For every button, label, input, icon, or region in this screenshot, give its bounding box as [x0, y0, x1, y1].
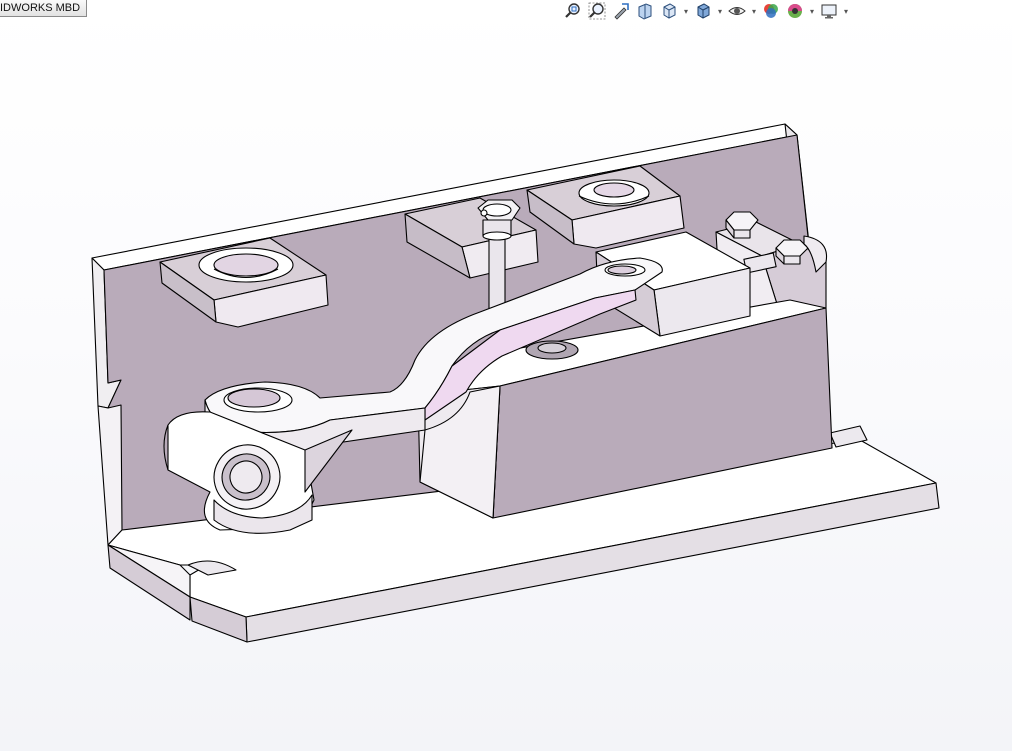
view-orientation-icon	[663, 3, 676, 19]
zoom-to-fit-icon	[565, 3, 580, 18]
hide-show-items-icon	[728, 7, 746, 15]
edit-appearance-icon	[764, 4, 778, 18]
graphics-area[interactable]: IDWORKS MBD ▾ ▾ ▾ ▾ ▾	[0, 0, 1012, 751]
mbd-tab[interactable]: IDWORKS MBD	[0, 0, 88, 17]
hide-show-items-button[interactable]	[726, 0, 748, 22]
view-settings-dropdown[interactable]: ▾	[842, 0, 850, 22]
heads-up-view-toolbar: ▾ ▾ ▾ ▾ ▾	[562, 0, 850, 22]
display-style-icon	[697, 3, 710, 19]
display-style-dropdown[interactable]: ▾	[716, 0, 724, 22]
apply-scene-icon	[788, 4, 802, 18]
previous-view-icon	[614, 3, 629, 20]
section-view-icon	[638, 3, 652, 20]
zoom-to-area-button[interactable]	[586, 0, 608, 22]
display-style-button[interactable]	[692, 0, 714, 22]
previous-view-button[interactable]	[610, 0, 632, 22]
zoom-to-fit-button[interactable]	[562, 0, 584, 22]
view-settings-icon	[821, 4, 837, 19]
hide-show-items-dropdown[interactable]: ▾	[750, 0, 758, 22]
fixture-assembly-model[interactable]	[0, 0, 1012, 751]
apply-scene-button[interactable]	[784, 0, 806, 22]
view-settings-button[interactable]	[818, 0, 840, 22]
edit-appearance-button[interactable]	[760, 0, 782, 22]
zoom-to-area-icon	[588, 2, 606, 20]
view-orientation-dropdown[interactable]: ▾	[682, 0, 690, 22]
view-orientation-button[interactable]	[658, 0, 680, 22]
apply-scene-dropdown[interactable]: ▾	[808, 0, 816, 22]
section-view-button[interactable]	[634, 0, 656, 22]
